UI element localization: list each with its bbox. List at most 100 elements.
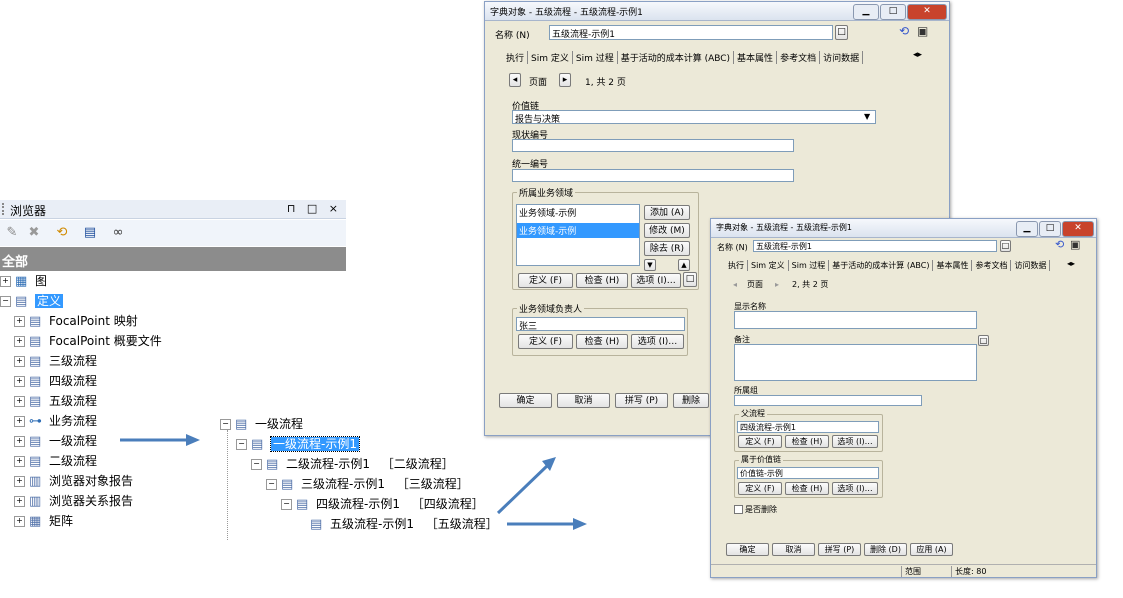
expand-icon[interactable]: +: [14, 336, 25, 347]
tree-item[interactable]: + ▤ FocalPoint 概要文件: [14, 332, 162, 350]
name-field[interactable]: 五级流程-示例1: [549, 25, 833, 40]
vc-check-button[interactable]: 检查 (H): [785, 482, 829, 495]
collapse-icon[interactable]: −: [251, 459, 262, 470]
ok-button[interactable]: 确定: [499, 393, 552, 408]
page-prev-button[interactable]: ◂: [509, 73, 521, 87]
add-button[interactable]: 添加 (A): [644, 205, 690, 220]
browser-window-buttons[interactable]: ⊓ □ ×: [287, 202, 342, 215]
expand-icon[interactable]: +: [14, 416, 25, 427]
tab-abc[interactable]: 基于活动的成本计算 (ABC): [618, 51, 735, 64]
expand-icon[interactable]: +: [0, 276, 11, 287]
owner-define-button[interactable]: 定义 (F): [518, 334, 573, 349]
spell-button[interactable]: 拼写 (P): [615, 393, 668, 408]
chevron-down-icon[interactable]: ▼: [864, 112, 870, 121]
tree-item[interactable]: + ▤ 三级流程: [14, 352, 97, 370]
list-item[interactable]: 业务领域-示例: [517, 205, 639, 220]
tree-item[interactable]: + ▤ FocalPoint 映射: [14, 312, 138, 330]
check-button[interactable]: 检查 (H): [576, 273, 628, 288]
tree-item[interactable]: + ▥ 浏览器对象报告: [14, 472, 133, 490]
parent-define-button[interactable]: 定义 (F): [738, 435, 782, 448]
notes-icon[interactable]: ▣: [1070, 238, 1080, 251]
scroll-up-icon[interactable]: ▲: [678, 259, 690, 271]
collapse-icon[interactable]: −: [0, 296, 11, 307]
value-chain-field[interactable]: 价值链-示例: [737, 467, 879, 479]
is-deleted-checkbox[interactable]: [734, 505, 743, 514]
vc-define-button[interactable]: 定义 (F): [738, 482, 782, 495]
page-next-button[interactable]: ▸: [559, 73, 571, 87]
tab-sim-definition[interactable]: Sim 定义: [528, 51, 573, 64]
expand-icon[interactable]: +: [14, 476, 25, 487]
collapse-icon[interactable]: −: [220, 419, 231, 430]
tree-item[interactable]: + ⊶ 业务流程: [14, 412, 97, 430]
define-button[interactable]: 定义 (F): [518, 273, 573, 288]
tab-sim-process[interactable]: Sim 过程: [789, 260, 830, 271]
tree-item[interactable]: + ▥ 浏览器关系报告: [14, 492, 133, 510]
expand-icon[interactable]: +: [14, 356, 25, 367]
hierarchy-node[interactable]: − ▤ 四级流程-示例1 ［四级流程］: [281, 495, 484, 513]
edit-icon[interactable]: ✎: [4, 225, 20, 241]
help-icon[interactable]: ⟲: [1055, 238, 1064, 251]
expand-icon[interactable]: +: [14, 376, 25, 387]
tab-scroll-arrows[interactable]: ◂▸: [1067, 259, 1075, 268]
notes-icon[interactable]: ▣: [917, 24, 928, 38]
tree-item[interactable]: − ▤ 定义: [0, 292, 64, 310]
remark-field[interactable]: [734, 344, 977, 381]
group-field[interactable]: [734, 395, 922, 406]
hierarchy-node[interactable]: − ▤ 一级流程: [220, 415, 303, 433]
expand-icon[interactable]: +: [14, 316, 25, 327]
maximize-icon[interactable]: □: [880, 4, 906, 20]
list-item-selected[interactable]: 业务领域-示例: [517, 223, 639, 238]
current-no-field[interactable]: [512, 139, 794, 152]
close-icon[interactable]: ✕: [907, 4, 947, 20]
cancel-button[interactable]: 取消: [772, 543, 815, 556]
delete-button[interactable]: 删除 (D): [864, 543, 907, 556]
name-field[interactable]: 五级流程-示例1: [753, 240, 997, 252]
collapse-icon[interactable]: −: [236, 439, 247, 450]
glasses-icon[interactable]: ∞: [110, 225, 126, 241]
edit-button[interactable]: 修改 (M): [644, 223, 690, 238]
display-name-field[interactable]: [734, 311, 977, 329]
tree-item[interactable]: + ▦ 矩阵: [14, 512, 73, 530]
scroll-down-icon[interactable]: ▼: [644, 259, 656, 271]
tab-scroll-arrows[interactable]: ◂▸: [913, 50, 922, 60]
tab-abc[interactable]: 基于活动的成本计算 (ABC): [829, 260, 934, 271]
expand-icon[interactable]: +: [14, 456, 25, 467]
refresh-icon[interactable]: ⟲: [54, 225, 70, 241]
tree-item[interactable]: + ▦ 图: [0, 272, 47, 290]
options-button[interactable]: 选项 (I)…: [631, 273, 681, 288]
hierarchy-node[interactable]: − ▤ 二级流程-示例1 ［二级流程］: [251, 455, 454, 473]
tab-access-data[interactable]: 访问数据: [1011, 260, 1051, 271]
hierarchy-node[interactable]: − ▤ 三级流程-示例1 ［三级流程］: [266, 475, 469, 493]
tree-item[interactable]: + ▤ 二级流程: [14, 452, 97, 470]
collapse-icon[interactable]: −: [266, 479, 277, 490]
expand-icon[interactable]: +: [14, 496, 25, 507]
owner-options-button[interactable]: 选项 (I)…: [631, 334, 684, 349]
remark-expand-button[interactable]: □: [978, 335, 989, 346]
tree-item[interactable]: + ▤ 一级流程: [14, 432, 97, 450]
parent-process-field[interactable]: 四级流程-示例1: [737, 421, 879, 433]
hierarchy-node[interactable]: ▤ 五级流程-示例1 ［五级流程］: [296, 515, 498, 533]
tree-item[interactable]: + ▤ 五级流程: [14, 392, 97, 410]
hierarchy-node[interactable]: − ▤ 一级流程-示例1: [236, 435, 360, 453]
expand-button[interactable]: □: [683, 272, 697, 287]
parent-options-button[interactable]: 选项 (I)…: [832, 435, 878, 448]
tree-item[interactable]: + ▤ 四级流程: [14, 372, 97, 390]
owner-check-button[interactable]: 检查 (H): [576, 334, 628, 349]
parent-check-button[interactable]: 检查 (H): [785, 435, 829, 448]
name-expand-button[interactable]: □: [1000, 240, 1011, 252]
page-next-icon[interactable]: ▸: [775, 280, 779, 289]
all-category-bar[interactable]: 全部: [0, 247, 346, 271]
delete-button[interactable]: 删除: [673, 393, 709, 408]
tab-sim-process[interactable]: Sim 过程: [573, 51, 618, 64]
tab-execute[interactable]: 执行: [725, 260, 748, 271]
apply-button[interactable]: 应用 (A): [910, 543, 953, 556]
spell-button[interactable]: 拼写 (P): [818, 543, 861, 556]
minimize-icon[interactable]: ▁: [853, 4, 879, 20]
tab-basic-properties[interactable]: 基本属性: [734, 51, 778, 64]
minimize-icon[interactable]: ▁: [1016, 221, 1038, 237]
cancel-button[interactable]: 取消: [557, 393, 610, 408]
help-icon[interactable]: ⟲: [899, 24, 909, 38]
expand-icon[interactable]: +: [14, 436, 25, 447]
ok-button[interactable]: 确定: [726, 543, 769, 556]
name-expand-button[interactable]: □: [835, 25, 848, 40]
